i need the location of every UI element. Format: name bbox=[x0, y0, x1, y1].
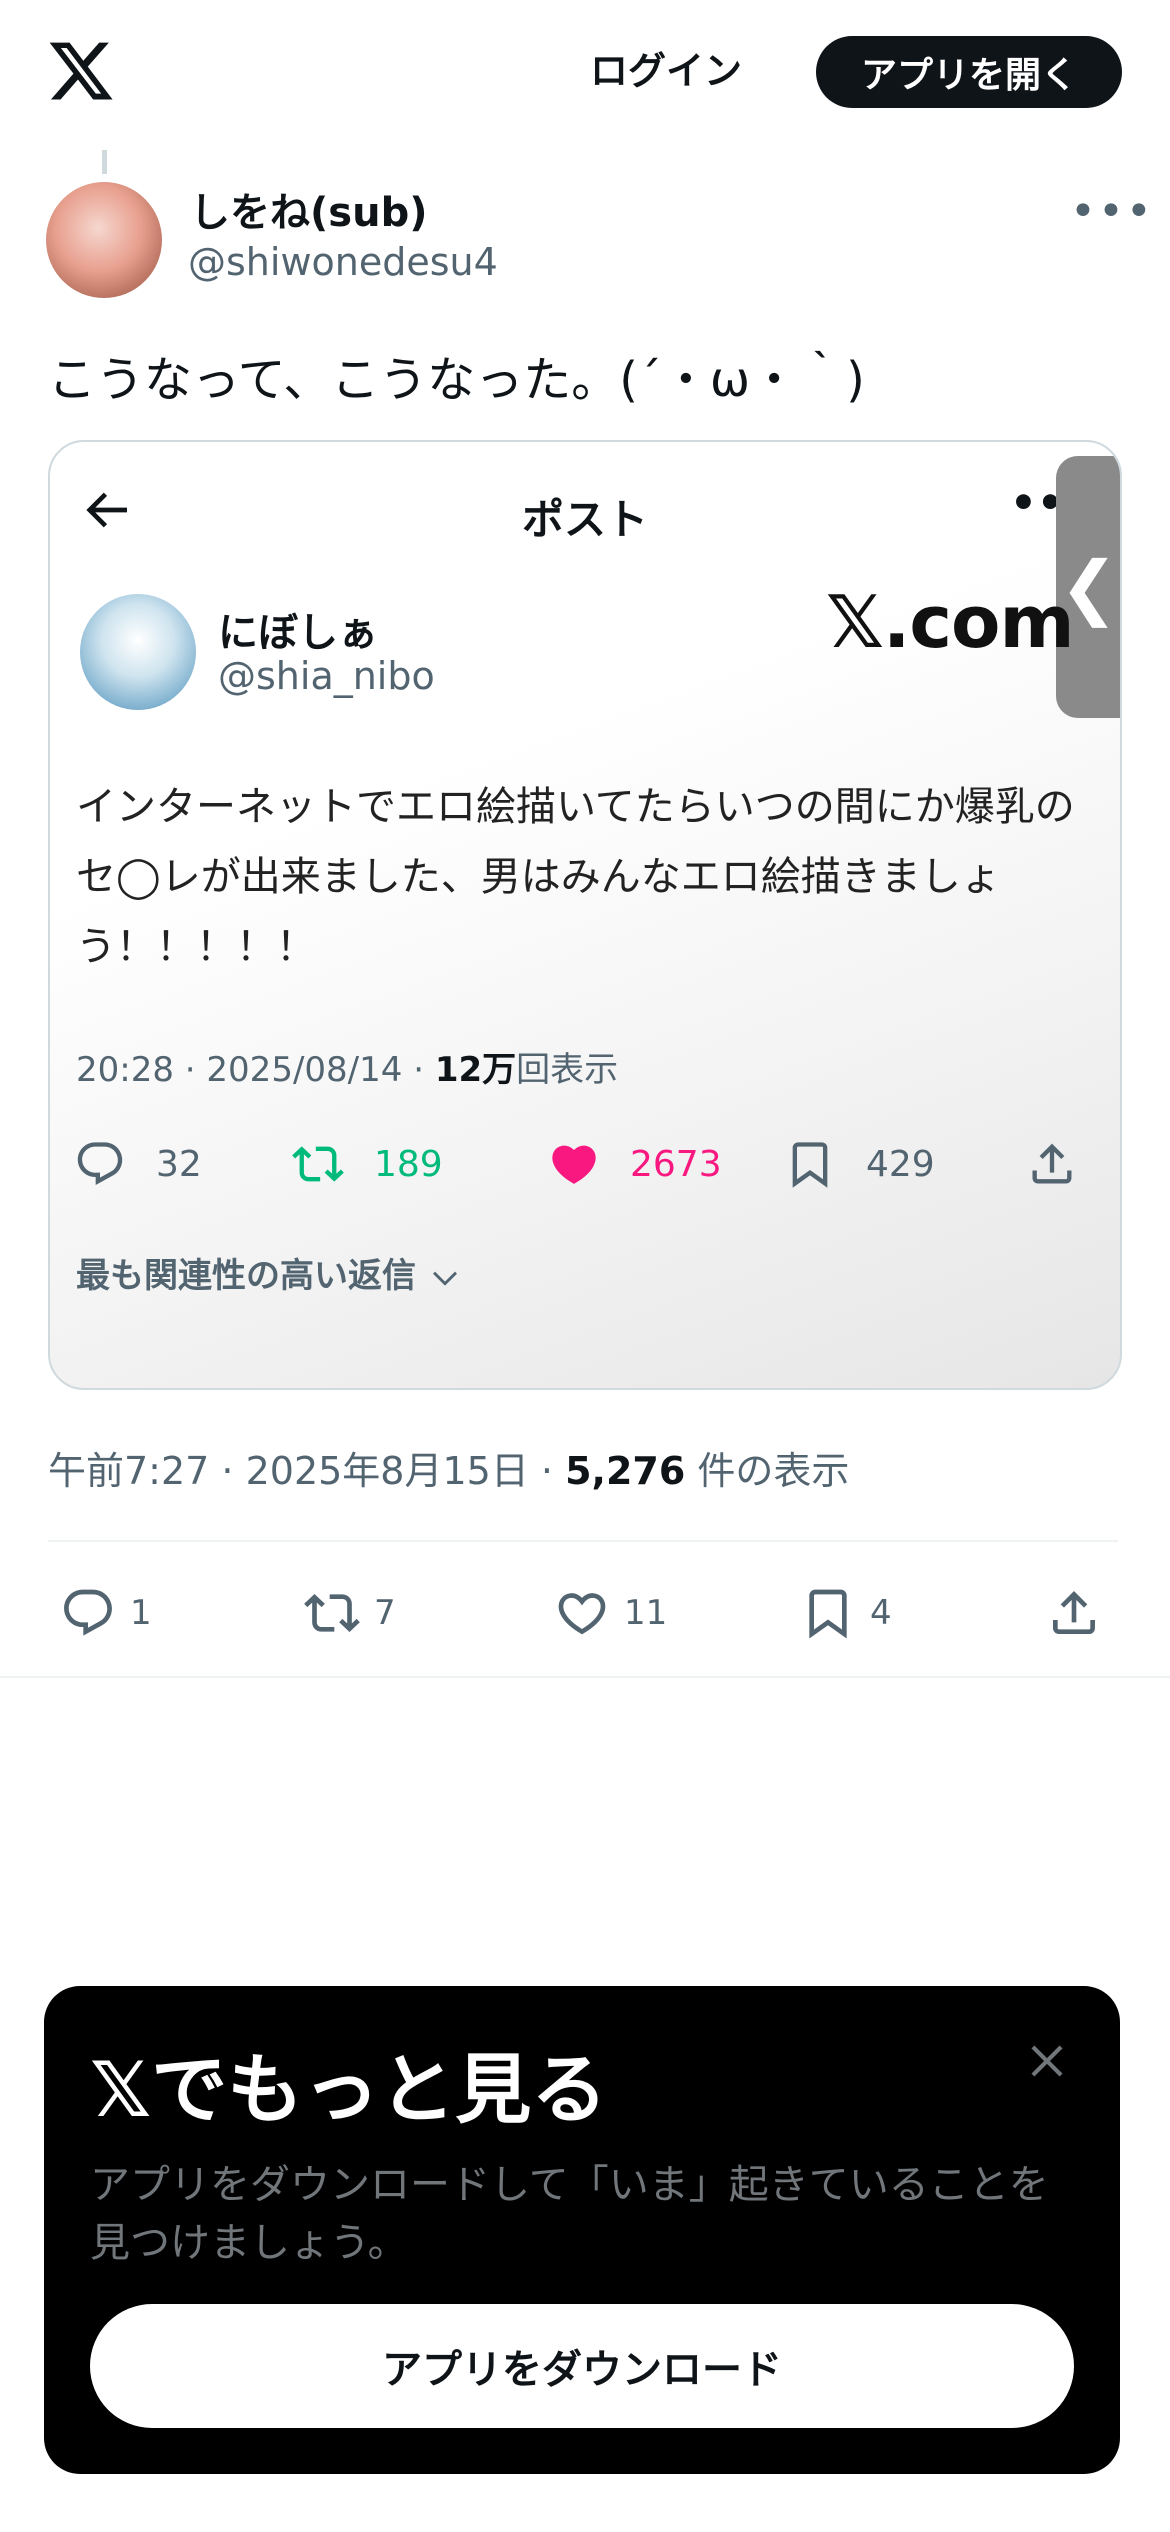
embedded-tweet-meta: 20:28 · 2025/08/14 · 12万回表示 bbox=[76, 1050, 619, 1090]
bookmark-icon bbox=[792, 1142, 828, 1188]
embedded-reply-count: 32 bbox=[156, 1143, 202, 1185]
app-promo-sheet: 𝕏でもっと見る アプリをダウンロードして「いま」起きていることを見つけましょう。… bbox=[44, 1986, 1120, 2474]
tweet-meta: 午前7:27 · 2025年8月15日 · 5,276 件の表示 bbox=[48, 1449, 850, 1493]
reply-count: 1 bbox=[130, 1593, 152, 1633]
promo-description: アプリをダウンロードして「いま」起きていることを見つけましょう。 bbox=[90, 2162, 1049, 2266]
repost-button[interactable]: 7 bbox=[304, 1578, 396, 1648]
repost-count: 7 bbox=[374, 1593, 396, 1633]
tweet-text: こうなって、こうなった。(´・ω・｀) bbox=[48, 352, 865, 408]
avatar[interactable] bbox=[46, 182, 162, 298]
display-name[interactable]: しをね(sub) bbox=[190, 180, 427, 238]
like-button[interactable]: 11 bbox=[554, 1578, 667, 1648]
xcom-watermark: 𝕏.com bbox=[826, 580, 1075, 664]
divider bbox=[48, 1540, 1118, 1542]
bookmark-icon bbox=[809, 1589, 847, 1639]
embedded-like-stat: 2673 bbox=[548, 1134, 722, 1194]
embedded-display-name: にぼしぁ bbox=[218, 610, 378, 656]
tweet-time[interactable]: 午前7:27 bbox=[48, 1449, 209, 1493]
reply-icon bbox=[64, 1589, 112, 1636]
views-count: 5,276 bbox=[565, 1449, 686, 1493]
download-app-button[interactable]: アプリをダウンロード bbox=[90, 2304, 1074, 2428]
open-app-button[interactable]: アプリを開く bbox=[816, 36, 1122, 108]
reply-button[interactable]: 1 bbox=[60, 1578, 152, 1648]
tweet-date[interactable]: 2025年8月15日 bbox=[246, 1449, 529, 1493]
embedded-date: 2025/08/14 bbox=[206, 1050, 403, 1090]
tweet-media-image[interactable]: ポスト •• ❮ にぼしぁ @shia_nibo 𝕏.com インターネットでエ… bbox=[48, 440, 1122, 1390]
bookmark-count: 4 bbox=[870, 1593, 892, 1633]
reply-icon bbox=[77, 1142, 123, 1186]
share-icon bbox=[1032, 1143, 1072, 1184]
divider bbox=[0, 1676, 1170, 1678]
embedded-repost-count: 189 bbox=[374, 1143, 443, 1185]
views-label: 件の表示 bbox=[697, 1449, 850, 1493]
chevron-down-icon bbox=[432, 1271, 457, 1286]
embedded-views-count: 12万 bbox=[434, 1050, 517, 1090]
share-button[interactable] bbox=[1046, 1578, 1116, 1648]
embedded-relevant-replies-label: 最も関連性の高い返信 bbox=[76, 1256, 416, 1296]
embedded-tweet-text: インターネットでエロ絵描いてたらいつの間にか爆乳のセ◯レが出来ました、男はみんな… bbox=[76, 784, 1075, 970]
embedded-avatar bbox=[80, 594, 196, 710]
embedded-action-bar: 32 189 2673 429 bbox=[50, 1134, 1120, 1194]
embedded-bookmark-stat: 429 bbox=[784, 1134, 935, 1194]
bookmark-button[interactable]: 4 bbox=[800, 1578, 892, 1648]
embedded-page-title: ポスト bbox=[521, 495, 648, 544]
user-handle[interactable]: @shiwonedesu4 bbox=[188, 240, 498, 284]
more-options-icon[interactable]: ••• bbox=[1070, 186, 1154, 237]
embedded-repost-stat: 189 bbox=[292, 1134, 443, 1194]
repost-icon bbox=[304, 1594, 360, 1632]
thread-connector-line bbox=[102, 150, 107, 174]
repost-icon bbox=[292, 1146, 344, 1182]
embedded-like-count: 2673 bbox=[630, 1143, 722, 1185]
login-link[interactable]: ログイン bbox=[590, 40, 742, 95]
heart-filled-icon bbox=[552, 1145, 596, 1184]
share-icon bbox=[1053, 1591, 1095, 1634]
tweet-action-bar: 1 7 11 4 bbox=[0, 1578, 1170, 1648]
embedded-user-handle: @shia_nibo bbox=[218, 654, 435, 698]
like-count: 11 bbox=[624, 1593, 668, 1633]
heart-icon bbox=[558, 1593, 606, 1635]
embedded-share-stat bbox=[1026, 1134, 1108, 1194]
x-logo-icon[interactable] bbox=[46, 36, 116, 106]
embedded-bookmark-count: 429 bbox=[866, 1143, 935, 1185]
promo-title: 𝕏でもっと見る bbox=[90, 2045, 608, 2134]
embedded-time: 20:28 bbox=[76, 1050, 174, 1090]
embedded-reply-stat: 32 bbox=[74, 1134, 202, 1194]
close-icon[interactable] bbox=[1022, 2036, 1072, 2086]
embedded-views-label: 回表示 bbox=[516, 1050, 619, 1090]
embedded-relevant-replies: 最も関連性の高い返信 bbox=[76, 1248, 462, 1297]
top-bar: ログイン アプリを開く bbox=[0, 0, 1170, 150]
